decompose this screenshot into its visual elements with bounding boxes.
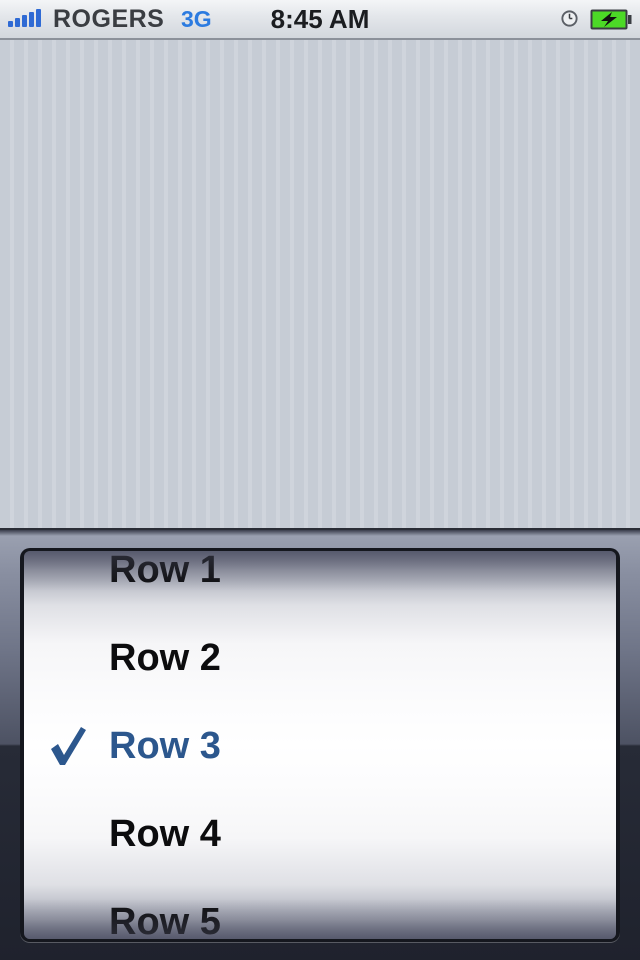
picker-wheel[interactable]: Row 1 Row 2 Row 3 Row 4 Row 5 xyxy=(24,551,616,939)
picker-row[interactable]: Row 5 xyxy=(24,878,616,940)
picker-row-label: Row 4 xyxy=(109,812,221,855)
alarm-clock-icon xyxy=(561,10,578,27)
status-bar: ROGERS 3G 8:45 AM xyxy=(0,0,640,40)
picker-row-label: Row 5 xyxy=(109,900,221,940)
screen: ROGERS 3G 8:45 AM Row 1 Row 2 Row 3 Row … xyxy=(0,0,640,960)
picker-row-label: Row 3 xyxy=(109,724,221,767)
picker-view[interactable]: Row 1 Row 2 Row 3 Row 4 Row 5 xyxy=(0,528,640,960)
picker-row[interactable]: Row 4 xyxy=(24,790,616,878)
picker-row[interactable]: Row 1 xyxy=(24,551,616,614)
picker-row-selected[interactable]: Row 3 xyxy=(24,702,616,790)
battery-charging-icon xyxy=(590,9,632,30)
checkmark-icon xyxy=(51,727,86,765)
status-time: 8:45 AM xyxy=(270,4,370,34)
background-area xyxy=(0,40,640,528)
picker-row-label: Row 2 xyxy=(109,636,221,679)
picker-row[interactable]: Row 2 xyxy=(24,614,616,702)
picker-row-label: Row 1 xyxy=(109,551,221,591)
